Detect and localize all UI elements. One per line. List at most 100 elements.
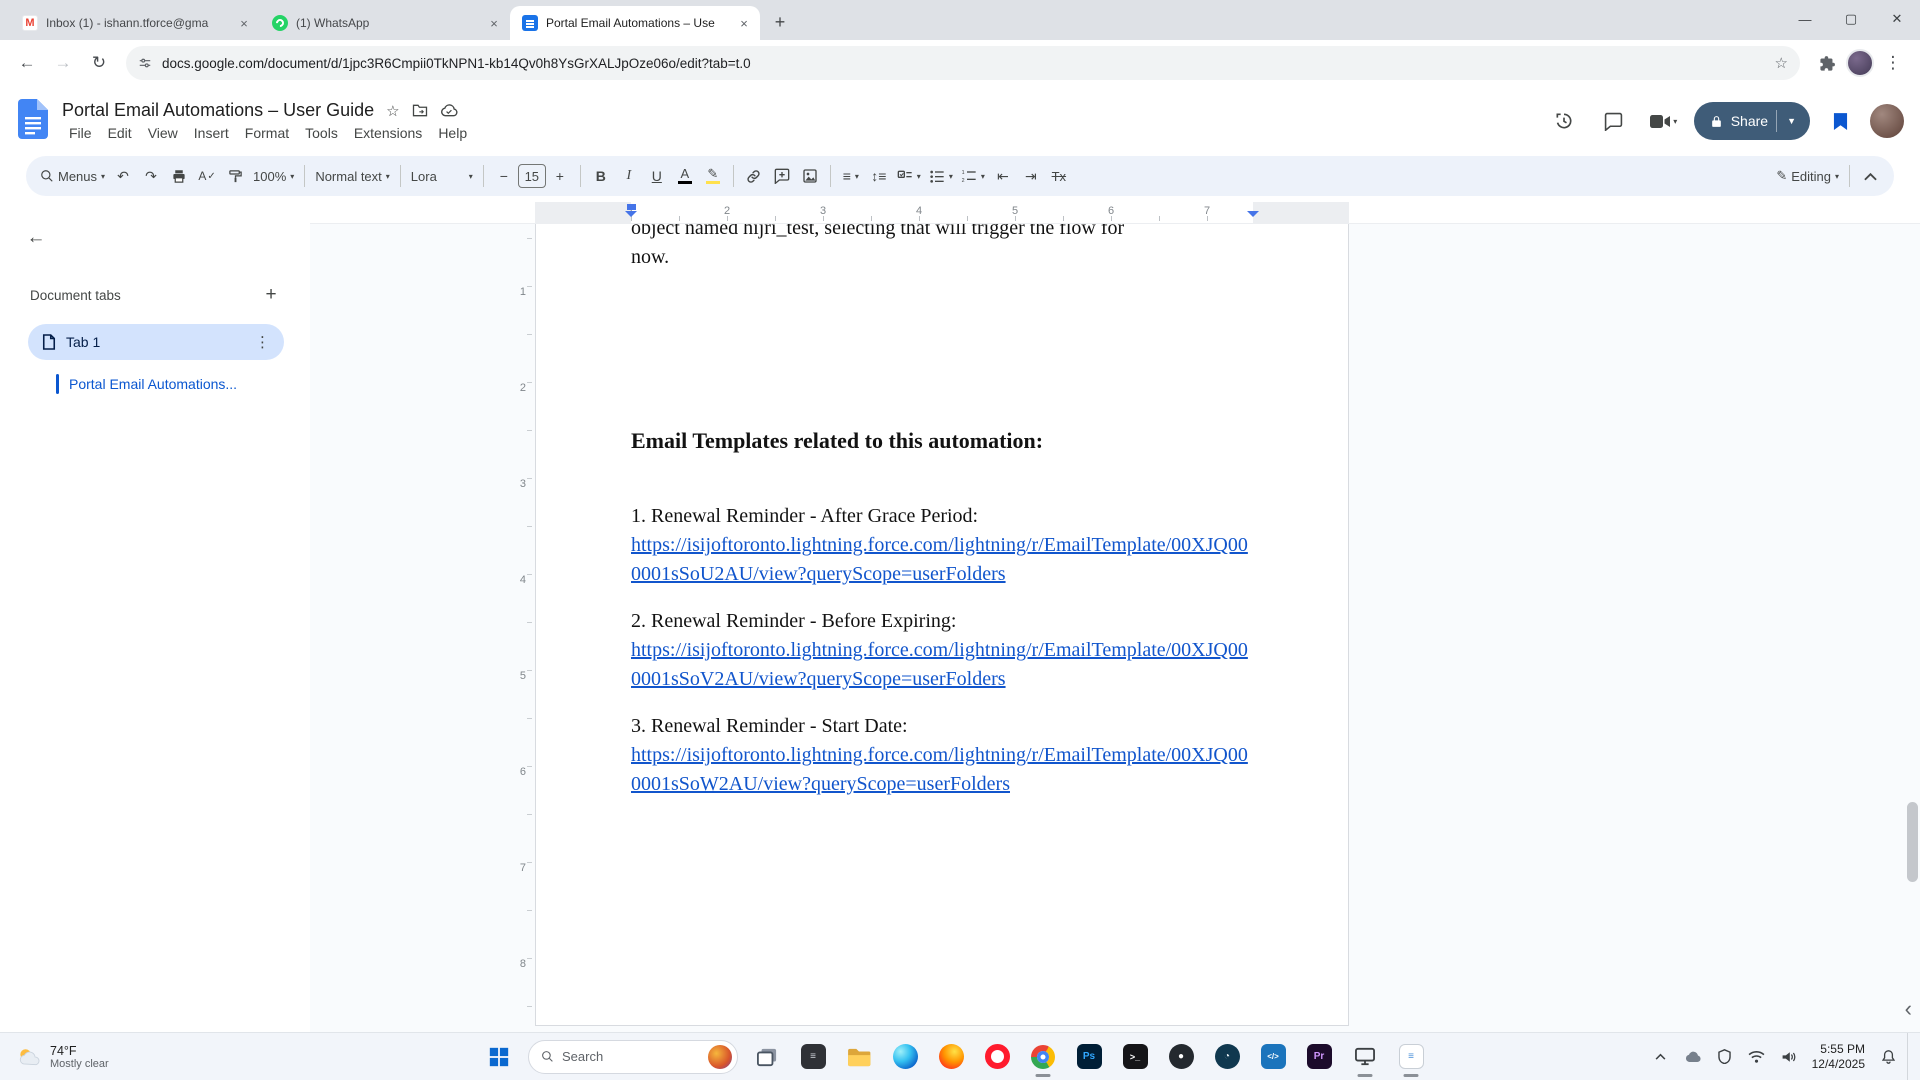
highlight-color-button[interactable]: ✎ [699, 162, 727, 190]
menu-extensions[interactable]: Extensions [347, 124, 429, 142]
github-icon[interactable]: ● [1160, 1035, 1202, 1079]
left-indent-marker[interactable] [627, 204, 636, 210]
menu-format[interactable]: Format [238, 124, 296, 142]
font-size-decrease-button[interactable]: − [490, 162, 518, 190]
document-body[interactable]: object named hijri_test, selecting that … [631, 224, 1253, 817]
meet-video-icon[interactable]: ▾ [1644, 101, 1684, 141]
checklist-button[interactable]: ▾ [893, 162, 925, 190]
entry-link[interactable]: https://isijoftoronto.lightning.force.co… [631, 741, 1253, 799]
menu-help[interactable]: Help [431, 124, 474, 142]
section-heading[interactable]: Email Templates related to this automati… [631, 426, 1253, 456]
browser-tab-gmail[interactable]: Inbox (1) - ishann.tforce@gma × [10, 6, 260, 40]
display-app-icon[interactable] [1344, 1035, 1386, 1079]
cloud-saved-icon[interactable] [440, 104, 458, 117]
collapse-toolbar-button[interactable] [1856, 162, 1884, 190]
add-document-tab-button[interactable]: + [258, 282, 284, 308]
photoshop-icon[interactable]: Ps [1068, 1035, 1110, 1079]
italic-button[interactable]: I [615, 162, 643, 190]
menu-insert[interactable]: Insert [187, 124, 236, 142]
weather-widget[interactable]: 74°F Mostly clear [10, 1033, 115, 1080]
menu-view[interactable]: View [141, 124, 185, 142]
taskbar-search-input[interactable]: Search [528, 1040, 738, 1074]
tab-close-icon[interactable]: × [236, 15, 252, 31]
clear-formatting-button[interactable]: Tx [1045, 162, 1073, 190]
browser-tab-docs[interactable]: Portal Email Automations – Use × [510, 6, 760, 40]
start-button[interactable] [478, 1035, 520, 1079]
email-template-entry[interactable]: 2. Renewal Reminder - Before Expiring: h… [631, 607, 1253, 694]
forward-icon[interactable]: → [46, 46, 80, 80]
entry-link[interactable]: https://isijoftoronto.lightning.force.co… [631, 636, 1253, 694]
vertical-scrollbar-thumb[interactable] [1907, 802, 1918, 882]
sidebar-back-button[interactable]: ← [16, 218, 56, 258]
print-button[interactable] [165, 162, 193, 190]
bulleted-list-button[interactable]: ▾ [925, 162, 957, 190]
version-history-icon[interactable] [1544, 101, 1584, 141]
numbered-list-button[interactable]: 12 ▾ [957, 162, 989, 190]
tray-chevron-up-icon[interactable] [1648, 1042, 1674, 1072]
horizontal-ruler[interactable]: 1 2 3 4 5 6 7 [310, 202, 1920, 224]
paragraph-style-select[interactable]: Normal text▾ [311, 162, 393, 190]
line-spacing-button[interactable]: ↕≡ [865, 162, 893, 190]
window-minimize-button[interactable]: — [1782, 0, 1828, 38]
notification-bell-icon[interactable] [1875, 1042, 1901, 1072]
security-shield-icon[interactable] [1712, 1042, 1738, 1072]
first-line-indent-marker[interactable] [625, 211, 637, 223]
underline-button[interactable]: U [643, 162, 671, 190]
volume-icon[interactable] [1776, 1042, 1802, 1072]
premiere-icon[interactable]: Pr [1298, 1035, 1340, 1079]
terminal-icon[interactable]: >_ [1114, 1035, 1156, 1079]
show-desktop-button[interactable] [1907, 1033, 1912, 1080]
browser-menu-kebab-icon[interactable]: ⋮ [1876, 46, 1910, 80]
docs-logo-icon[interactable] [18, 99, 48, 144]
add-comment-button[interactable] [768, 162, 796, 190]
paint-format-button[interactable] [221, 162, 249, 190]
browser-tab-whatsapp[interactable]: (1) WhatsApp × [260, 6, 510, 40]
task-view-icon[interactable] [746, 1035, 788, 1079]
firefox-icon[interactable] [930, 1035, 972, 1079]
email-template-entry[interactable]: 1. Renewal Reminder - After Grace Period… [631, 502, 1253, 589]
tab-options-kebab-icon[interactable]: ⋮ [249, 333, 276, 351]
notepad-icon[interactable]: ≡ [792, 1035, 834, 1079]
reload-icon[interactable]: ↻ [82, 46, 116, 80]
document-title[interactable]: Portal Email Automations – User Guide [62, 100, 374, 121]
entry-link[interactable]: https://isijoftoronto.lightning.force.co… [631, 531, 1253, 589]
right-indent-marker[interactable] [1247, 211, 1259, 223]
bold-button[interactable]: B [587, 162, 615, 190]
document-page[interactable]: object named hijri_test, selecting that … [535, 224, 1349, 1026]
redo-button[interactable]: ↷ [137, 162, 165, 190]
notes-app-icon[interactable]: ≡ [1390, 1035, 1432, 1079]
bookmark-star-icon[interactable]: ☆ [1775, 54, 1788, 72]
bookmark-icon[interactable] [1820, 101, 1860, 141]
obs-icon[interactable]: ◔ [1206, 1035, 1248, 1079]
url-text[interactable]: docs.google.com/document/d/1jpc3R6Cmpii0… [162, 56, 1765, 71]
insert-link-button[interactable] [740, 162, 768, 190]
address-bar[interactable]: docs.google.com/document/d/1jpc3R6Cmpii0… [126, 46, 1800, 80]
search-daily-image-icon[interactable] [708, 1045, 732, 1069]
new-tab-button[interactable]: + [766, 8, 794, 36]
chevron-left-icon[interactable]: ‹ [1905, 998, 1912, 1020]
share-button[interactable]: Share ▼ [1694, 102, 1810, 140]
email-template-entry[interactable]: 3. Renewal Reminder - Start Date: https:… [631, 712, 1253, 799]
clock-widget[interactable]: 5:55 PM 12/4/2025 [1812, 1042, 1865, 1072]
browser-profile-avatar[interactable] [1846, 49, 1874, 77]
onedrive-icon[interactable] [1680, 1042, 1706, 1072]
wifi-icon[interactable] [1744, 1042, 1770, 1072]
decrease-indent-button[interactable]: ⇤ [989, 162, 1017, 190]
star-icon[interactable]: ☆ [386, 102, 399, 120]
edge-icon[interactable] [884, 1035, 926, 1079]
vscode-icon[interactable]: </> [1252, 1035, 1294, 1079]
opera-icon[interactable] [976, 1035, 1018, 1079]
menus-search-button[interactable]: Menus ▾ [36, 162, 109, 190]
extensions-icon[interactable] [1810, 46, 1844, 80]
tab-close-icon[interactable]: × [736, 15, 752, 31]
font-size-increase-button[interactable]: + [546, 162, 574, 190]
zoom-select[interactable]: 100%▾ [249, 162, 298, 190]
text-color-button[interactable]: A [671, 162, 699, 190]
comments-icon[interactable] [1594, 101, 1634, 141]
window-close-button[interactable]: ✕ [1874, 0, 1920, 38]
menu-edit[interactable]: Edit [101, 124, 139, 142]
share-dropdown-icon[interactable]: ▼ [1777, 116, 1806, 126]
editing-mode-select[interactable]: ✎ Editing ▾ [1772, 162, 1843, 190]
site-info-icon[interactable] [138, 56, 152, 70]
paragraph-clipped[interactable]: object named hijri_test, selecting that … [631, 224, 1253, 272]
